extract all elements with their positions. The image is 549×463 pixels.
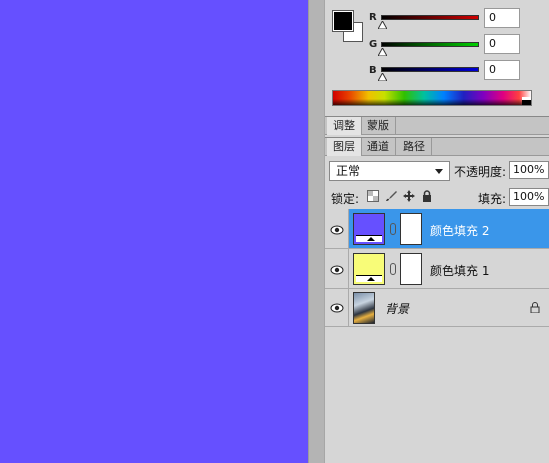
adjustments-tab-row: 调整 蒙版 bbox=[325, 116, 549, 135]
link-icon[interactable] bbox=[390, 263, 396, 275]
black-white-swatch[interactable] bbox=[522, 97, 531, 105]
layer-mask-thumbnail[interactable] bbox=[400, 213, 422, 245]
lock-move-icon[interactable] bbox=[403, 190, 415, 202]
chevron-down-icon bbox=[435, 169, 443, 174]
layer-name[interactable]: 颜色填充 1 bbox=[430, 262, 489, 279]
foreground-color-swatch[interactable] bbox=[332, 10, 354, 32]
lock-brush-icon[interactable] bbox=[385, 190, 397, 202]
blue-value-field[interactable]: 0 bbox=[484, 60, 520, 80]
fill-field[interactable]: 100% bbox=[509, 188, 549, 206]
layer-name[interactable]: 背景 bbox=[385, 300, 409, 317]
color-spectrum-bar[interactable] bbox=[332, 90, 532, 106]
visibility-cell[interactable] bbox=[325, 289, 349, 326]
layer-name[interactable]: 颜色填充 2 bbox=[430, 222, 489, 239]
panels-dock: R 0 G 0 B 0 调整 蒙版 图层 通道 路径 正常 不透明度: 100%… bbox=[324, 0, 549, 463]
document-canvas[interactable] bbox=[0, 0, 308, 463]
tab-channels[interactable]: 通道 bbox=[361, 138, 396, 156]
visibility-cell[interactable] bbox=[325, 249, 349, 288]
eye-icon[interactable] bbox=[330, 302, 344, 313]
tab-layers[interactable]: 图层 bbox=[327, 138, 362, 156]
opacity-field[interactable]: 100% bbox=[509, 161, 549, 179]
canvas-scrollbar[interactable] bbox=[308, 0, 324, 463]
fill-label: 填充: bbox=[478, 192, 507, 206]
green-channel-label: G bbox=[369, 39, 378, 50]
red-channel-label: R bbox=[369, 12, 377, 23]
red-slider[interactable] bbox=[381, 15, 479, 20]
layer-row[interactable]: 颜色填充 1 bbox=[325, 249, 549, 289]
eye-icon[interactable] bbox=[330, 224, 344, 235]
visibility-cell[interactable] bbox=[325, 209, 349, 248]
green-value-field[interactable]: 0 bbox=[484, 34, 520, 54]
tab-paths[interactable]: 路径 bbox=[397, 138, 432, 156]
lock-transparent-icon[interactable] bbox=[367, 190, 379, 202]
red-value-field[interactable]: 0 bbox=[484, 8, 520, 28]
background-thumbnail-image[interactable] bbox=[353, 292, 375, 324]
lock-icon bbox=[530, 302, 540, 314]
blend-mode-select[interactable]: 正常 bbox=[329, 161, 450, 181]
layer-row[interactable]: 背景 bbox=[325, 289, 549, 327]
opacity-label: 不透明度: bbox=[454, 165, 507, 179]
layer-row[interactable]: 颜色填充 2 bbox=[325, 209, 549, 249]
lock-all-icon[interactable] bbox=[421, 190, 433, 202]
eye-icon[interactable] bbox=[330, 264, 344, 275]
layer-thumbnail[interactable] bbox=[353, 253, 385, 285]
lock-label: 锁定: bbox=[331, 192, 360, 206]
tab-masks[interactable]: 蒙版 bbox=[361, 117, 396, 135]
layer-thumbnail[interactable] bbox=[353, 213, 385, 245]
blue-channel-label: B bbox=[369, 65, 377, 76]
blue-slider-thumb-icon[interactable] bbox=[378, 73, 387, 81]
red-slider-thumb-icon[interactable] bbox=[378, 21, 387, 29]
green-slider-thumb-icon[interactable] bbox=[378, 48, 387, 56]
layer-mask-thumbnail[interactable] bbox=[400, 253, 422, 285]
layers-tab-row: 图层 通道 路径 bbox=[325, 137, 549, 156]
blend-mode-value: 正常 bbox=[336, 164, 361, 178]
tab-adjustments[interactable]: 调整 bbox=[327, 117, 362, 135]
green-slider[interactable] bbox=[381, 42, 479, 47]
blue-slider[interactable] bbox=[381, 67, 479, 72]
link-icon[interactable] bbox=[390, 223, 396, 235]
